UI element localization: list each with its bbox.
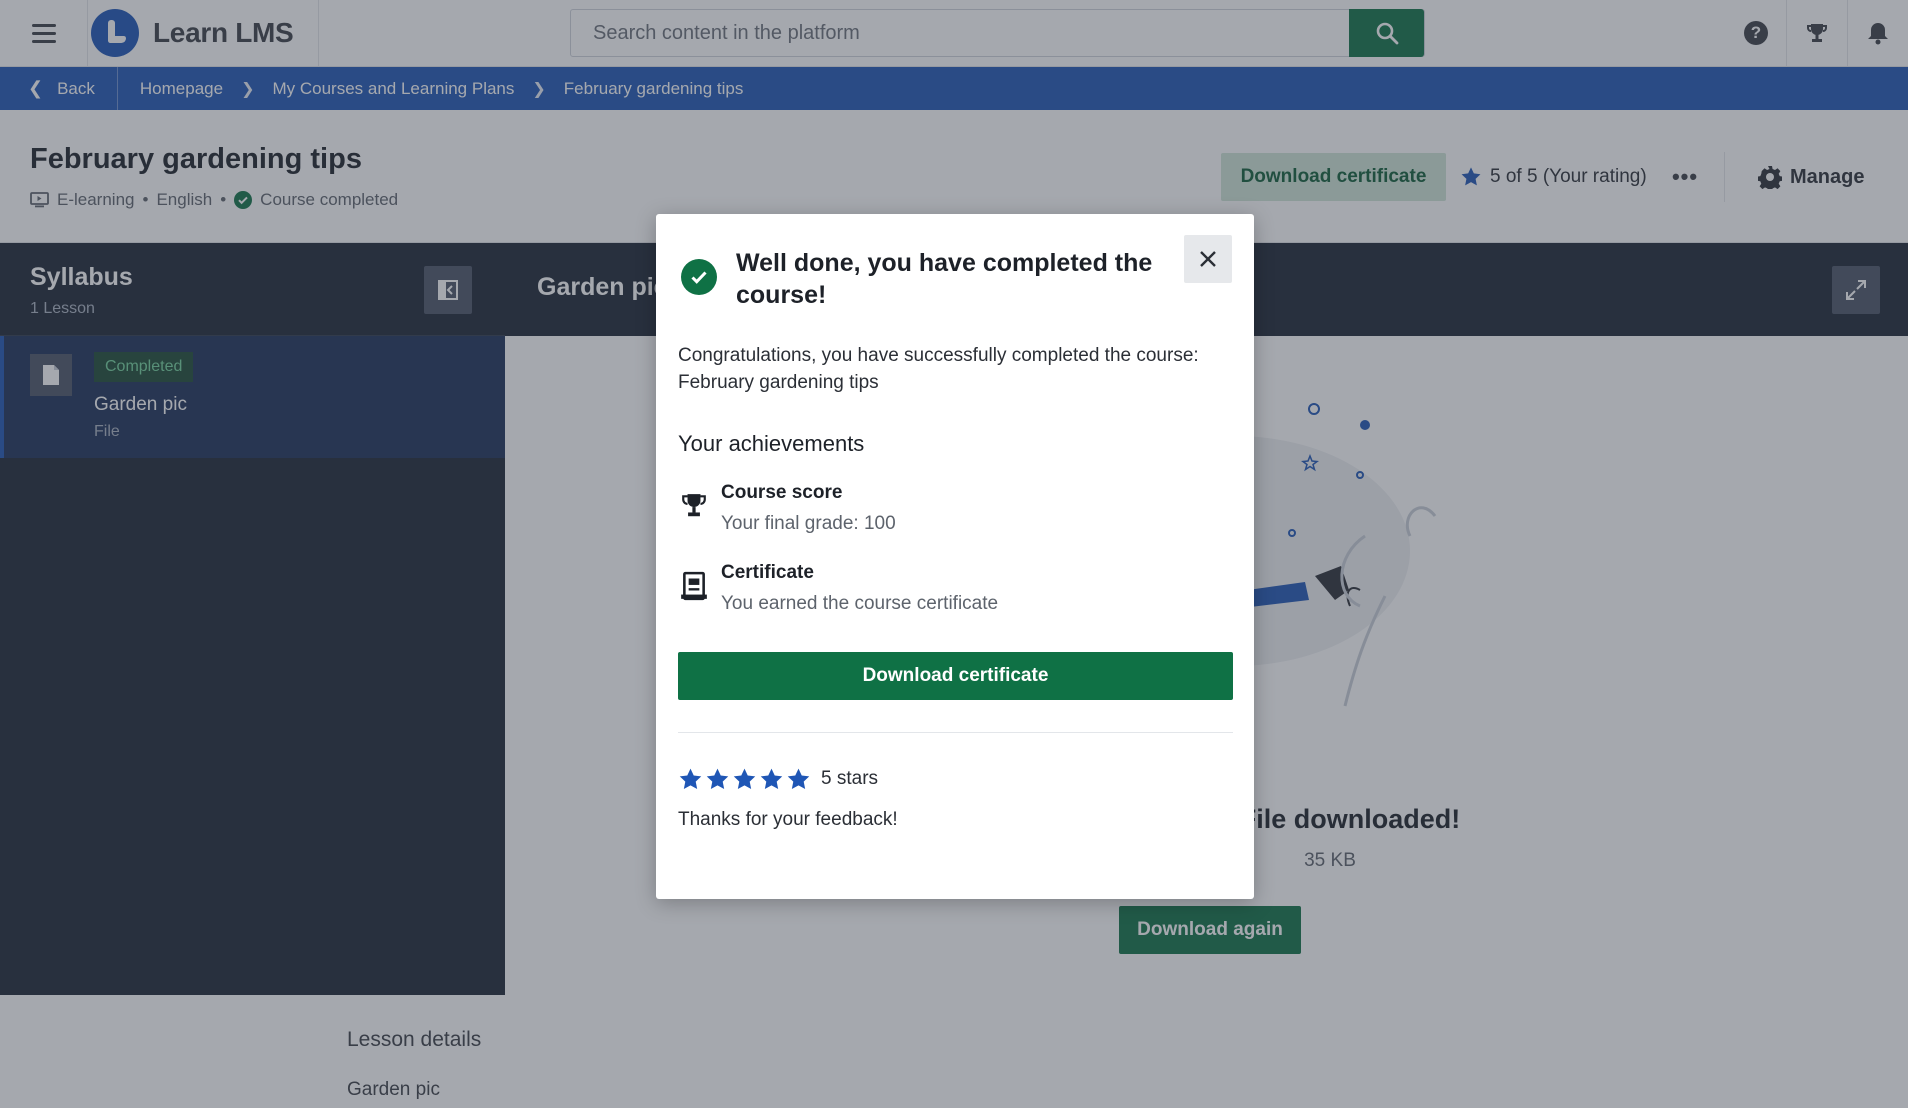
achievement-certificate: Certificate You earned the course certif… <box>678 562 1218 622</box>
achievement-detail: Your final grade: 100 <box>721 513 896 534</box>
download-certificate-button[interactable]: Download certificate <box>678 652 1233 700</box>
rating-label: 5 stars <box>821 768 879 789</box>
achievement-course-score: Course score Your final grade: 100 <box>678 482 1218 542</box>
dialog-title: Well done, you have completed the course… <box>736 249 1153 309</box>
achievements-title: Your achievements <box>678 431 865 456</box>
star-icon[interactable] <box>705 767 730 792</box>
star-icon[interactable] <box>759 767 784 792</box>
star-icon[interactable] <box>732 767 757 792</box>
star-icon[interactable] <box>678 767 703 792</box>
star-rating[interactable]: 5 stars <box>678 765 878 793</box>
achievement-name: Course score <box>721 482 843 503</box>
course-completed-dialog: Well done, you have completed the course… <box>656 214 1254 899</box>
star-icon[interactable] <box>786 767 811 792</box>
close-icon <box>1200 251 1216 267</box>
check-circle-icon <box>681 259 717 295</box>
feedback-message: Thanks for your feedback! <box>678 809 898 830</box>
achievement-name: Certificate <box>721 562 814 583</box>
certificate-icon <box>678 566 710 606</box>
close-button[interactable] <box>1184 235 1232 283</box>
achievement-detail: You earned the course certificate <box>721 593 999 614</box>
trophy-icon <box>678 486 710 526</box>
divider <box>678 732 1233 733</box>
dialog-message: Congratulations, you have successfully c… <box>678 345 1199 393</box>
